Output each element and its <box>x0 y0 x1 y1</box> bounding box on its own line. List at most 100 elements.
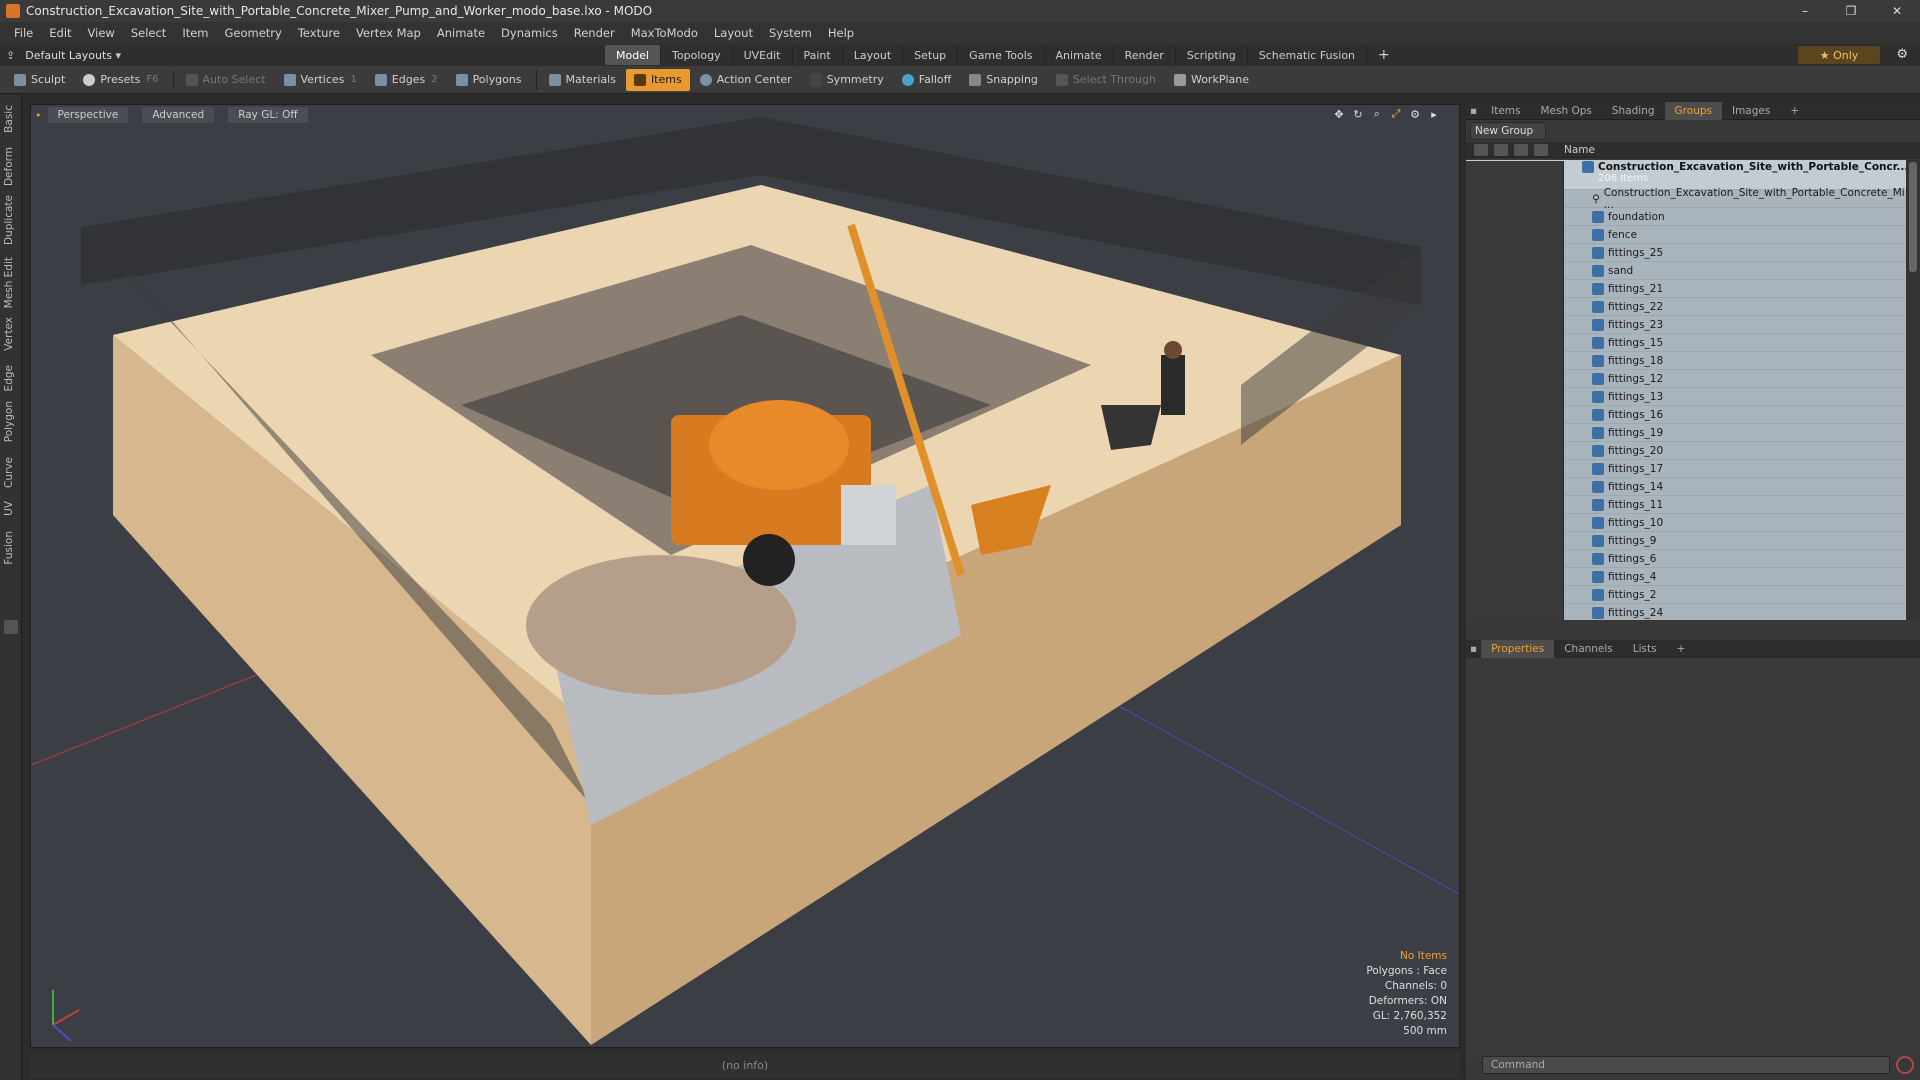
left-tab-uv[interactable]: UV <box>3 501 15 516</box>
sculpt-button[interactable]: Sculpt <box>6 69 73 91</box>
menu-dynamics[interactable]: Dynamics <box>493 26 566 40</box>
pan-icon[interactable]: ✥ <box>1332 107 1346 121</box>
falloff-button[interactable]: Falloff <box>894 69 959 91</box>
list-item[interactable]: fittings_21 <box>1466 279 1906 298</box>
list-item[interactable]: sand <box>1466 261 1906 280</box>
play-icon[interactable]: ▸ <box>1427 107 1441 121</box>
presets-button[interactable]: Presets F6 <box>75 69 166 91</box>
lock-icon[interactable] <box>1514 143 1528 156</box>
restore-icon[interactable]: ❐ <box>1828 0 1874 22</box>
list-item[interactable]: fittings_18 <box>1466 351 1906 370</box>
list-item[interactable]: foundation <box>1466 207 1906 226</box>
only-button[interactable]: ★ Only <box>1798 46 1880 64</box>
command-run-icon[interactable] <box>1896 1056 1914 1074</box>
list-item[interactable]: fittings_22 <box>1466 297 1906 316</box>
viewport-dot-icon[interactable]: • <box>35 109 42 122</box>
panel-dot-icon[interactable]: ▪ <box>1466 643 1481 655</box>
list-item[interactable]: fittings_25 <box>1466 243 1906 262</box>
close-icon[interactable]: ✕ <box>1874 0 1920 22</box>
render-icon[interactable] <box>1494 143 1508 156</box>
row-visibility[interactable] <box>1466 161 1564 191</box>
list-item[interactable]: fittings_15 <box>1466 333 1906 352</box>
tab-animate[interactable]: Animate <box>1045 45 1114 65</box>
left-tab-basic[interactable]: Basic <box>3 105 15 133</box>
menu-animate[interactable]: Animate <box>429 26 493 40</box>
menu-help[interactable]: Help <box>820 26 862 40</box>
list-item[interactable]: fittings_4 <box>1466 567 1906 586</box>
layout-selector[interactable]: ⇪ Default Layouts ▾ <box>6 49 176 62</box>
tab-lists[interactable]: Lists <box>1623 643 1667 655</box>
action-center-button[interactable]: Action Center <box>692 69 800 91</box>
advanced-button[interactable]: Advanced <box>142 107 215 123</box>
list-item[interactable]: fence <box>1466 225 1906 244</box>
list-item[interactable]: fittings_13 <box>1466 387 1906 406</box>
tab-model[interactable]: Model <box>605 45 662 65</box>
menu-view[interactable]: View <box>80 26 123 40</box>
menu-layout[interactable]: Layout <box>706 26 761 40</box>
left-tab-polygon[interactable]: Polygon <box>3 401 15 442</box>
command-input[interactable]: Command <box>1482 1056 1890 1074</box>
panel-dot-icon[interactable]: ▪ <box>1466 105 1481 117</box>
left-tab-deform[interactable]: Deform <box>3 147 15 186</box>
menu-edit[interactable]: Edit <box>41 26 79 40</box>
menu-maxtomodo[interactable]: MaxToModo <box>623 26 706 40</box>
tab-schematic-fusion[interactable]: Schematic Fusion <box>1248 45 1368 65</box>
tab-paint[interactable]: Paint <box>793 45 843 65</box>
list-item[interactable]: fittings_16 <box>1466 405 1906 424</box>
group-row[interactable]: Construction_Excavation_Site_with_Portab… <box>1466 160 1906 191</box>
vertices-button[interactable]: Vertices 1 <box>276 69 365 91</box>
add-tab-icon[interactable]: + <box>1367 45 1401 65</box>
menu-render[interactable]: Render <box>566 26 623 40</box>
list-item[interactable]: fittings_9 <box>1466 531 1906 550</box>
left-tab-vertex[interactable]: Vertex <box>3 317 15 351</box>
menu-select[interactable]: Select <box>123 26 174 40</box>
menu-file[interactable]: File <box>6 26 41 40</box>
list-item[interactable]: fittings_2 <box>1466 585 1906 604</box>
snapping-button[interactable]: Snapping <box>961 69 1046 91</box>
name-column-header[interactable]: Name <box>1564 144 1595 156</box>
group-list-scrollbar[interactable] <box>1906 160 1920 620</box>
symmetry-button[interactable]: Symmetry <box>802 69 892 91</box>
rotate-icon[interactable]: ↻ <box>1351 107 1365 121</box>
tab-channels[interactable]: Channels <box>1554 643 1623 655</box>
tab-shading[interactable]: Shading <box>1602 105 1665 117</box>
left-tab-curve[interactable]: Curve <box>3 457 15 488</box>
eye-icon[interactable] <box>1474 143 1488 156</box>
tab-setup[interactable]: Setup <box>903 45 959 65</box>
scrollbar-thumb[interactable] <box>1909 162 1917 272</box>
left-tab-edge[interactable]: Edge <box>3 365 15 391</box>
tab-uvedit[interactable]: UVEdit <box>733 45 793 65</box>
panel-toggle-icon[interactable] <box>4 620 18 634</box>
fit-icon[interactable]: ⤢ <box>1389 107 1403 121</box>
left-tab-duplicate[interactable]: Duplicate <box>3 195 15 245</box>
materials-button[interactable]: Materials <box>541 69 624 91</box>
tab-game-tools[interactable]: Game Tools <box>958 45 1045 65</box>
tab-images[interactable]: Images <box>1722 105 1780 117</box>
polygons-button[interactable]: Polygons <box>448 69 530 91</box>
list-item[interactable]: fittings_6 <box>1466 549 1906 568</box>
items-button[interactable]: Items <box>625 68 690 91</box>
tab-render[interactable]: Render <box>1114 45 1176 65</box>
raygl-button[interactable]: Ray GL: Off <box>228 107 308 123</box>
add-panel-tab-icon[interactable]: + <box>1667 643 1696 655</box>
left-tab-mesh-edit[interactable]: Mesh Edit <box>3 257 15 308</box>
select-through-button[interactable]: Select Through <box>1048 69 1164 91</box>
list-item[interactable]: fittings_11 <box>1466 495 1906 514</box>
menu-vertex-map[interactable]: Vertex Map <box>348 26 429 40</box>
add-panel-tab-icon[interactable]: + <box>1780 105 1809 117</box>
tab-groups[interactable]: Groups <box>1664 101 1722 120</box>
auto-select-button[interactable]: Auto Select <box>178 69 274 91</box>
3d-viewport[interactable]: • Perspective Advanced Ray GL: Off ✥ ↻ ⌕… <box>30 104 1460 1048</box>
workplane-button[interactable]: WorkPlane <box>1166 69 1257 91</box>
list-item[interactable]: fittings_17 <box>1466 459 1906 478</box>
list-item[interactable]: fittings_24 <box>1466 603 1906 620</box>
tab-items[interactable]: Items <box>1481 105 1530 117</box>
tab-layout[interactable]: Layout <box>843 45 904 65</box>
edges-button[interactable]: Edges 2 <box>367 69 446 91</box>
select-icon[interactable] <box>1534 143 1548 156</box>
left-tab-fusion[interactable]: Fusion <box>3 531 15 565</box>
minimize-icon[interactable]: – <box>1782 0 1828 22</box>
group-list[interactable]: Construction_Excavation_Site_with_Portab… <box>1466 160 1906 620</box>
zoom-icon[interactable]: ⌕ <box>1370 107 1384 121</box>
list-item[interactable]: ⚲ Construction_Excavation_Site_with_Porta… <box>1466 187 1906 211</box>
